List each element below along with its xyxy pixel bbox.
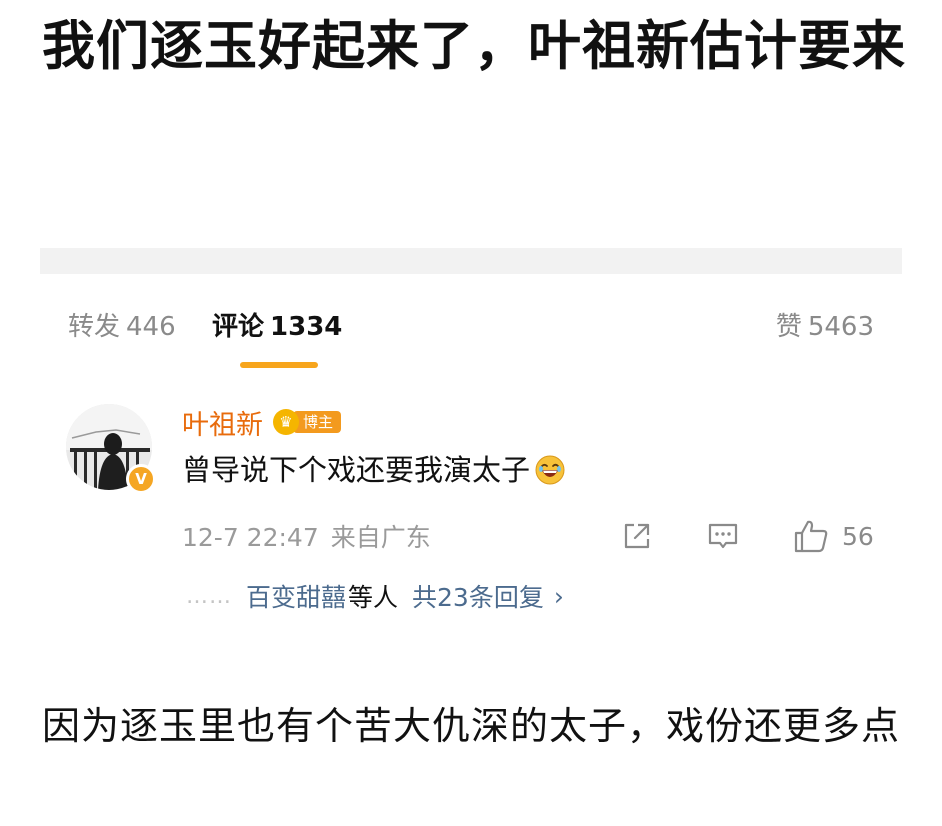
blogger-badge-label: 博主 [293, 411, 342, 433]
reply-total[interactable]: 共23条回复 [412, 578, 544, 614]
comment-header: 叶祖新 ♛ 博主 [182, 402, 342, 442]
comment-meta: 12-7 22:47 来自广东 [182, 520, 431, 556]
share-button[interactable] [620, 516, 654, 556]
verified-badge: V [126, 464, 156, 494]
like-count: 56 [842, 521, 874, 551]
post-headline: 我们逐玉好起来了，叶祖新估计要来 [42, 16, 906, 77]
tab-comments-label: 评论 [212, 312, 265, 342]
comment-icon [708, 523, 738, 549]
reply-suffix: 等人 [348, 583, 399, 612]
caption-text: 因为逐玉里也有个苦大仇深的太子，戏份还更多点 [42, 704, 901, 748]
share-icon [624, 523, 650, 549]
like-button[interactable]: 56 [792, 516, 874, 556]
comment-date: 12-7 22:47 [182, 523, 319, 552]
tab-likes-count: 5463 [807, 312, 874, 342]
laughing-emoji-icon [535, 455, 565, 485]
tab-likes[interactable]: 赞 5463 [776, 310, 874, 344]
tab-comments-count: 1334 [270, 312, 343, 342]
comment-item: V 叶祖新 ♛ 博主 曾导说下个戏还要我演太子 12-7 22:47 来自广东 [0, 390, 942, 630]
replies-link[interactable]: …… 百变甜囍 等人 共23条回复 › [186, 576, 564, 616]
thumbs-up-icon [794, 520, 828, 553]
chevron-right-icon: › [553, 581, 564, 611]
comment-body: 曾导说下个戏还要我演太子 [182, 448, 566, 492]
comment-button[interactable] [706, 516, 740, 556]
blogger-badge: ♛ 博主 [273, 408, 342, 436]
tab-comments[interactable]: 评论 1334 [212, 310, 342, 344]
replies-dots: …… [186, 583, 232, 609]
comment-text: 曾导说下个戏还要我演太子 [182, 453, 531, 487]
tab-forward-count: 446 [126, 312, 176, 342]
section-divider [40, 248, 902, 274]
tab-likes-label: 赞 [775, 312, 802, 342]
comment-location: 来自广东 [330, 523, 431, 552]
post-tabs: 转发 446 评论 1334 赞 5463 [0, 300, 942, 368]
reply-users[interactable]: 百变甜囍 [246, 578, 346, 614]
tab-forward[interactable]: 转发 446 [68, 310, 176, 344]
active-tab-indicator [240, 362, 318, 368]
comment-username[interactable]: 叶祖新 [182, 403, 263, 442]
crown-icon: ♛ [273, 409, 299, 435]
tab-forward-label: 转发 [68, 312, 121, 342]
